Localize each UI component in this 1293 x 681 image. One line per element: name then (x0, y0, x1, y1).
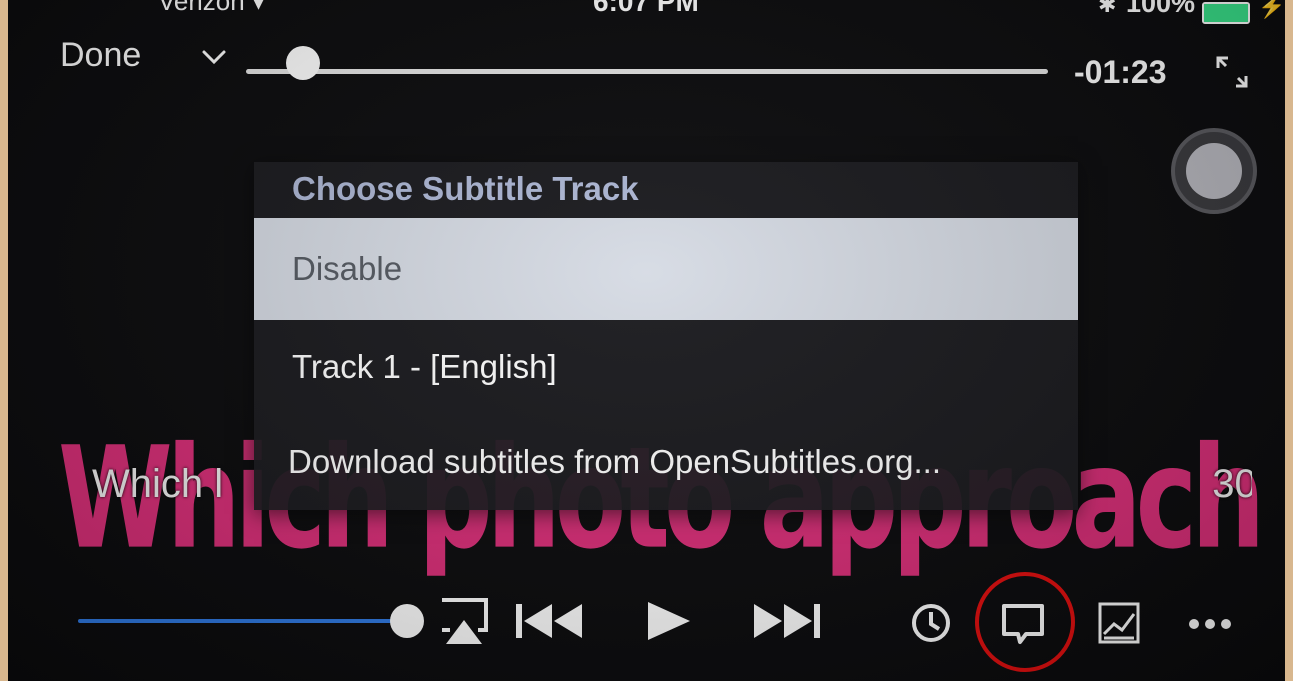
playback-scrubber-thumb[interactable] (286, 46, 321, 80)
status-carrier: Verizon ▾ (158, 0, 265, 16)
subtitle-track-menu: Choose Subtitle Track Disable Track 1 - … (254, 162, 1078, 510)
done-button[interactable]: Done (60, 36, 141, 75)
bluetooth-icon: ✱ (1098, 0, 1117, 17)
next-track-icon[interactable] (752, 600, 824, 642)
status-time: 6:07 PM (593, 0, 699, 17)
chevron-down-icon[interactable] (194, 40, 234, 74)
airplay-icon[interactable] (438, 596, 490, 646)
menu-item-disable[interactable]: Disable (254, 218, 1078, 320)
aspect-ratio-icon[interactable] (1096, 600, 1142, 646)
video-player-screen: Verizon ▾ 6:07 PM ✱ 100% ⚡ Done -01:23 W… (8, 0, 1285, 681)
time-remaining: -01:23 (1074, 54, 1167, 90)
play-icon[interactable] (644, 598, 692, 644)
volume-slider-thumb[interactable] (390, 604, 424, 638)
battery-fill (1204, 4, 1248, 22)
assistive-touch-button[interactable] (1171, 128, 1257, 214)
subtitles-highlight-annotation (975, 572, 1075, 672)
menu-item-track-1-english[interactable]: Track 1 - [English] (254, 330, 1078, 404)
charging-icon: ⚡ (1258, 0, 1285, 19)
more-icon[interactable] (1186, 612, 1234, 636)
battery-icon (1202, 2, 1250, 24)
menu-title: Choose Subtitle Track (292, 170, 639, 207)
playback-scrubber[interactable] (246, 69, 1048, 74)
previous-track-icon[interactable] (512, 600, 584, 642)
menu-item-download-subtitles[interactable]: Download subtitles from OpenSubtitles.or… (254, 422, 1078, 502)
fullscreen-toggle-icon[interactable] (1212, 52, 1252, 92)
battery-percent: 100% (1126, 0, 1196, 18)
sleep-timer-icon[interactable] (910, 602, 952, 644)
volume-slider[interactable] (78, 619, 412, 623)
